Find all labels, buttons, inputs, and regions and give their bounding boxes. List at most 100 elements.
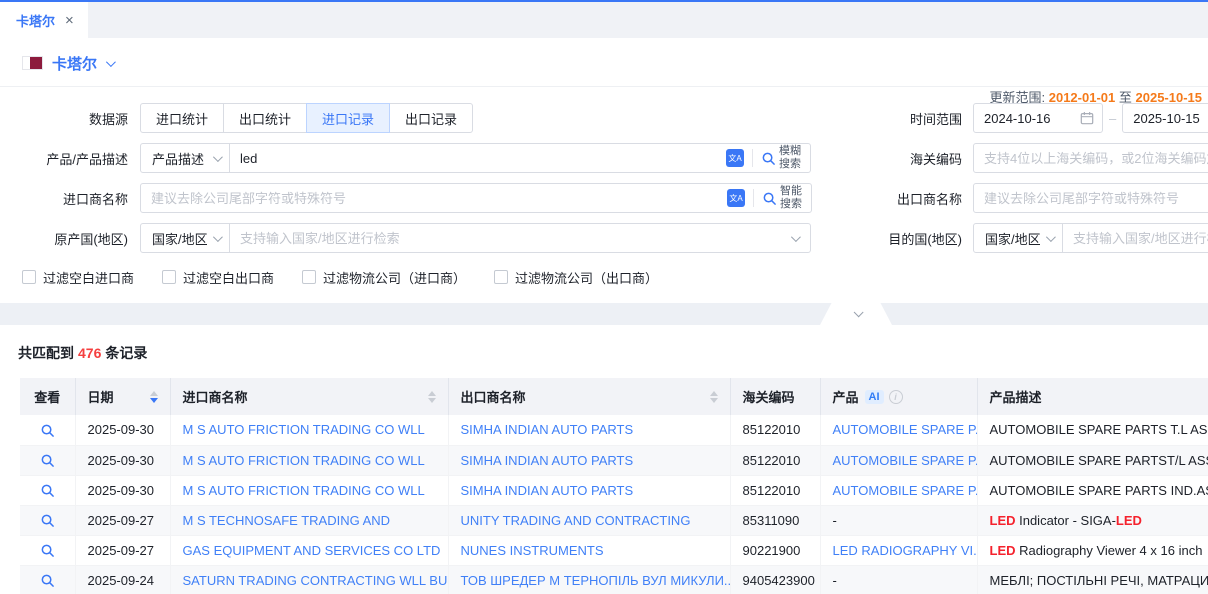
tab-qatar[interactable]: 卡塔尔 × xyxy=(0,2,88,38)
col-description: 产品描述 xyxy=(977,378,1208,415)
datasource-option-3[interactable]: 出口记录 xyxy=(389,103,473,133)
cell-description: AUTOMOBILE SPARE PARTS IND.ASS... xyxy=(977,475,1208,505)
exporter-link[interactable]: SIMHA INDIAN AUTO PARTS xyxy=(461,483,634,498)
product-search-input[interactable] xyxy=(230,151,726,166)
checkbox-icon[interactable] xyxy=(302,270,316,284)
origin-input[interactable] xyxy=(230,231,791,246)
importer-link[interactable]: M S TECHNOSAFE TRADING AND xyxy=(183,513,391,528)
col-product: 产品 AI i xyxy=(820,378,977,415)
time-range-group: 时间范围 – xyxy=(870,103,1208,133)
translate-icon[interactable]: 文A xyxy=(727,189,745,207)
smart-search-label: 智能搜索 xyxy=(780,185,804,210)
view-record-button[interactable] xyxy=(40,543,55,558)
view-record-button[interactable] xyxy=(40,513,55,528)
destination-type-select[interactable]: 国家/地区 xyxy=(973,223,1063,253)
filter-row-product: 产品/产品描述 产品描述 文A 模糊搜索 海关编码 xyxy=(0,143,1208,173)
checkbox-label: 过滤空白出口商 xyxy=(183,268,274,287)
exporter-link[interactable]: ТОВ ШРЕДЕР М ТЕРНОПІЛЬ ВУЛ МИКУЛИ... xyxy=(461,573,731,588)
filter-checkbox-0[interactable]: 过滤空白进口商 xyxy=(22,268,134,287)
exporter-link[interactable]: SIMHA INDIAN AUTO PARTS xyxy=(461,453,634,468)
exporter-link[interactable]: NUNES INSTRUMENTS xyxy=(461,543,604,558)
product-link[interactable]: LED RADIOGRAPHY VI... xyxy=(833,543,978,558)
origin-type-select[interactable]: 国家/地区 xyxy=(140,223,230,253)
filter-checkbox-3[interactable]: 过滤物流公司（出口商） xyxy=(494,268,658,287)
view-record-button[interactable] xyxy=(40,453,55,468)
hs-code-input[interactable] xyxy=(973,143,1208,173)
product-link[interactable]: AUTOMOBILE SPARE P... xyxy=(833,453,978,468)
date-end-field[interactable] xyxy=(1122,103,1208,133)
filter-row-importer: 进口商名称 文A 智能搜索 出口商名称 xyxy=(0,183,1208,213)
checkbox-label: 过滤物流公司（出口商） xyxy=(515,268,658,287)
fuzzy-search-button[interactable]: 模糊搜索 xyxy=(761,145,810,170)
product-link[interactable]: AUTOMOBILE SPARE P... xyxy=(833,422,978,437)
page-title: 卡塔尔 xyxy=(52,53,97,74)
ai-badge: AI xyxy=(865,390,884,404)
checkbox-icon[interactable] xyxy=(22,270,36,284)
app-window: 卡塔尔 × 卡塔尔 更新范围: 2012-01-01 至 2025-10-15 … xyxy=(0,0,1208,594)
hs-code-label: 海关编码 xyxy=(870,149,962,168)
sort-icon[interactable] xyxy=(428,391,436,403)
datasource-option-0[interactable]: 进口统计 xyxy=(140,103,224,133)
checkbox-icon[interactable] xyxy=(494,270,508,284)
filter-checkbox-row: 过滤空白进口商 过滤空白出口商 过滤物流公司（进口商） 过滤物流公司（出口商） xyxy=(22,267,1208,287)
col-date[interactable]: 日期 xyxy=(75,378,170,415)
smart-search-button[interactable]: 智能搜索 xyxy=(762,185,811,210)
chevron-down-icon[interactable] xyxy=(106,57,116,67)
filter-checkbox-2[interactable]: 过滤物流公司（进口商） xyxy=(302,268,466,287)
filter-checkbox-1[interactable]: 过滤空白出口商 xyxy=(162,268,274,287)
datasource-option-2[interactable]: 进口记录 xyxy=(306,103,390,133)
view-record-button[interactable] xyxy=(40,483,55,498)
table-row: 2025-09-27GAS EQUIPMENT AND SERVICES CO … xyxy=(20,535,1208,565)
view-record-button[interactable] xyxy=(40,423,55,438)
checkbox-label: 过滤空白进口商 xyxy=(43,268,134,287)
date-end-input[interactable] xyxy=(1133,111,1208,126)
hs-code-group: 海关编码 xyxy=(870,143,1208,173)
datasource-option-1[interactable]: 出口统计 xyxy=(223,103,307,133)
time-range-label: 时间范围 xyxy=(870,109,962,128)
cell-importer: M S AUTO FRICTION TRADING CO WLL xyxy=(170,475,448,505)
sort-icon[interactable] xyxy=(710,391,718,403)
cell-description: AUTOMOBILE SPARE PARTS T.L ASSY ... xyxy=(977,415,1208,445)
cell-importer: M S TECHNOSAFE TRADING AND xyxy=(170,505,448,535)
info-icon[interactable]: i xyxy=(889,390,903,404)
exporter-link[interactable]: UNITY TRADING AND CONTRACTING xyxy=(461,513,691,528)
importer-link[interactable]: M S AUTO FRICTION TRADING CO WLL xyxy=(183,422,425,437)
importer-input[interactable] xyxy=(141,191,727,206)
origin-label: 原产国(地区) xyxy=(0,229,128,248)
records-table: 查看 日期 进口商名称 出口商名称 海关编码 产品 xyxy=(20,378,1208,594)
cell-date: 2025-09-27 xyxy=(75,505,170,535)
close-icon[interactable]: × xyxy=(65,13,74,28)
cell-hs-code: 85122010 xyxy=(730,475,820,505)
cell-product: - xyxy=(820,505,977,535)
product-search-field: 文A 模糊搜索 xyxy=(229,143,811,173)
col-importer[interactable]: 进口商名称 xyxy=(170,378,448,415)
sort-icon[interactable] xyxy=(150,391,158,403)
view-record-button[interactable] xyxy=(40,573,55,588)
cell-exporter: SIMHA INDIAN AUTO PARTS xyxy=(448,445,730,475)
cell-date: 2025-09-30 xyxy=(75,415,170,445)
product-type-select[interactable]: 产品描述 xyxy=(140,143,230,173)
importer-link[interactable]: GAS EQUIPMENT AND SERVICES CO LTD xyxy=(183,543,441,558)
importer-link[interactable]: M S AUTO FRICTION TRADING CO WLL xyxy=(183,453,425,468)
cell-date: 2025-09-30 xyxy=(75,475,170,505)
destination-input[interactable] xyxy=(1062,223,1208,253)
summary-prefix: 共匹配到 xyxy=(18,345,74,361)
cell-description: МЕБЛІ; ПОСТІЛЬНІ РЕЧІ, МАТРАЦИ,... xyxy=(977,565,1208,594)
fuzzy-search-label: 模糊搜索 xyxy=(779,145,803,170)
exporter-input[interactable] xyxy=(973,183,1208,213)
cell-date: 2025-09-30 xyxy=(75,445,170,475)
date-start-field[interactable] xyxy=(973,103,1103,133)
input-divider xyxy=(752,149,753,167)
product-link[interactable]: AUTOMOBILE SPARE P... xyxy=(833,483,978,498)
date-start-input[interactable] xyxy=(984,111,1080,126)
checkbox-icon[interactable] xyxy=(162,270,176,284)
description-text: AUTOMOBILE SPARE PARTS T.L ASSY ... xyxy=(990,422,1208,437)
collapse-toggle[interactable] xyxy=(820,303,892,325)
translate-icon[interactable]: 文A xyxy=(726,149,744,167)
importer-link[interactable]: SATURN TRADING CONTRACTING WLL BUI... xyxy=(183,573,449,588)
summary-suffix: 条记录 xyxy=(105,345,147,361)
exporter-link[interactable]: SIMHA INDIAN AUTO PARTS xyxy=(461,422,634,437)
col-exporter[interactable]: 出口商名称 xyxy=(448,378,730,415)
description-highlight: LED xyxy=(990,513,1016,528)
importer-link[interactable]: M S AUTO FRICTION TRADING CO WLL xyxy=(183,483,425,498)
